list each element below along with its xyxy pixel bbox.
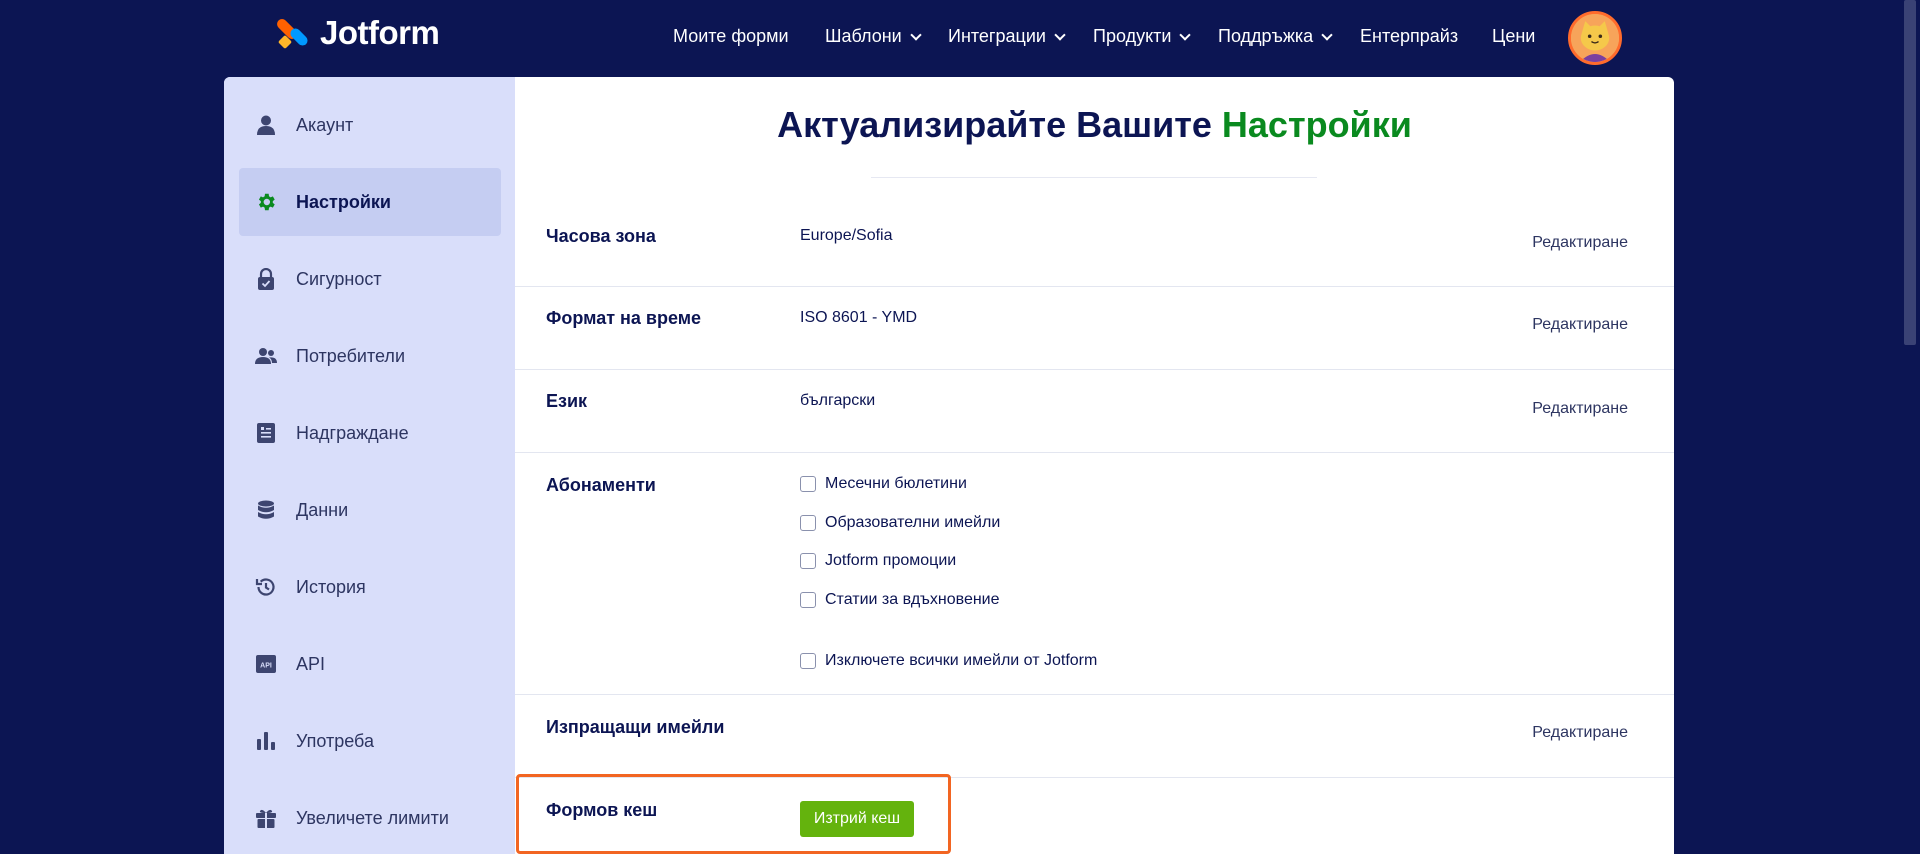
setting-label: Език [546,391,588,411]
upgrade-icon [255,422,277,444]
sidebar-item-users[interactable]: Потребители [239,322,501,390]
setting-row-time-format: Формат на време ISO 8601 - YMD Редактира… [515,287,1674,370]
chevron-down-icon [910,28,922,41]
checkbox-label: Месечни бюлетини [825,475,967,492]
setting-row-language: Език български Редактиране [515,370,1674,453]
page-scrollbar[interactable] [1900,0,1920,854]
nav-my-forms[interactable]: Моите форми [673,26,789,47]
nav-templates[interactable]: Шаблони [825,26,922,47]
setting-label: Абонаменти [546,475,656,495]
checkbox-label: Jotform промоции [825,552,957,569]
setting-row-timezone: Часова зона Europe/Sofia Редактиране [515,205,1674,287]
jotform-logo[interactable]: Jotform [274,14,440,52]
edit-timezone-link[interactable]: Редактиране [1532,234,1628,252]
checkbox-educational-emails[interactable]: Образователни имейли [800,514,1000,532]
checkbox-inspiration-articles[interactable]: Статии за вдъхновение [800,591,1000,609]
setting-label: Часова зона [546,226,656,246]
sidebar-item-label: Потребители [296,345,405,366]
setting-label: Изпращащи имейли [546,717,725,737]
setting-value: ISO 8601 - YMD [800,309,918,326]
sidebar-item-label: История [296,576,366,597]
setting-value: Europe/Sofia [800,227,893,244]
gear-icon [255,191,277,213]
nav-pricing[interactable]: Цени [1492,26,1535,47]
nav-label: Поддръжка [1218,26,1314,46]
checkbox[interactable] [800,476,816,492]
sidebar-item-label: Настройки [296,191,391,212]
sidebar-item-data[interactable]: Данни [239,476,501,544]
setting-row-sender-emails: Изпращащи имейли Редактиране [515,695,1674,778]
chevron-down-icon [1179,28,1192,41]
database-icon [255,499,277,521]
setting-label: Формат на време [546,308,702,328]
sidebar-item-label: API [296,653,326,674]
history-icon [255,576,277,598]
users-icon [255,345,277,367]
sidebar-item-account[interactable]: Акаунт [239,91,501,159]
sidebar-item-increase-limits[interactable]: Увеличете лимити [239,784,501,852]
sidebar-item-label: Данни [296,499,349,520]
checkbox-label: Образователни имейли [825,514,1001,531]
edit-sender-emails-link[interactable]: Редактиране [1532,724,1628,742]
sidebar-item-security[interactable]: Сигурност [239,245,501,313]
setting-value: български [800,392,876,409]
sidebar-item-label: Надграждане [296,422,409,443]
jotform-logo-icon [274,15,310,51]
sidebar-item-label: Акаунт [296,114,354,135]
sidebar-item-history[interactable]: История [239,553,501,621]
chevron-down-icon [1321,28,1333,41]
checkbox[interactable] [800,653,816,669]
sidebar-item-upgrade[interactable]: Надграждане [239,399,501,467]
sidebar-item-label: Увеличете лимити [296,807,449,828]
page-title-prefix: Актуализирайте Вашите [777,104,1222,145]
nav-label: Моите форми [673,26,789,46]
title-divider [871,177,1317,178]
checkbox-monthly-newsletters[interactable]: Месечни бюлетини [800,475,967,493]
checkbox[interactable] [800,592,816,608]
top-navigation: Jotform Моите форми Шаблони Интеграции П… [0,0,1900,76]
checkbox-jotform-promotions[interactable]: Jotform промоции [800,552,956,570]
setting-row-subscriptions: Абонаменти Месечни бюлетини Образователн… [515,453,1674,695]
user-icon [255,114,277,136]
sidebar-item-usage[interactable]: Употреба [239,707,501,775]
edit-language-link[interactable]: Редактиране [1532,400,1628,418]
nav-integrations[interactable]: Интеграции [948,26,1066,47]
user-avatar[interactable] [1568,11,1622,65]
nav-products[interactable]: Продукти [1093,26,1192,47]
nav-label: Продукти [1093,26,1172,46]
bar-chart-icon [255,730,277,752]
checkbox-label: Изключете всички имейли от Jotform [825,652,1098,669]
page-title-highlight: Настройки [1221,104,1412,145]
clear-cache-button[interactable]: Изтрий кеш [800,801,914,837]
settings-content: Актуализирайте Вашите Настройки Часова з… [515,77,1674,854]
lock-icon [255,268,277,290]
svg-text:API: API [260,663,272,670]
nav-support[interactable]: Поддръжка [1218,26,1333,47]
sidebar-item-api[interactable]: API API [239,630,501,698]
checkbox[interactable] [800,553,816,569]
nav-label: Цени [1492,26,1536,46]
settings-card: Акаунт Настройки Сигурност Потребители Н… [224,77,1674,854]
gift-icon [255,807,277,829]
checkbox-label: Статии за вдъхновение [825,591,1000,608]
api-icon: API [255,653,277,675]
nav-label: Ентерпрайз [1360,26,1459,46]
edit-time-format-link[interactable]: Редактиране [1532,316,1628,334]
nav-label: Интеграции [948,26,1046,46]
logo-text: Jotform [320,14,440,51]
checkbox-unsubscribe-all[interactable]: Изключете всички имейли от Jotform [800,652,1097,670]
sidebar-item-label: Употреба [296,730,374,751]
page-title: Актуализирайте Вашите Настройки [515,104,1674,146]
sidebar-item-settings[interactable]: Настройки [239,168,501,236]
account-sidebar: Акаунт Настройки Сигурност Потребители Н… [224,77,515,854]
checkbox[interactable] [800,515,816,531]
nav-enterprise[interactable]: Ентерпрайз [1360,26,1458,47]
nav-label: Шаблони [825,26,902,46]
chevron-down-icon [1054,28,1066,41]
sidebar-item-label: Сигурност [296,268,382,289]
scrollbar-thumb[interactable] [1904,0,1916,345]
